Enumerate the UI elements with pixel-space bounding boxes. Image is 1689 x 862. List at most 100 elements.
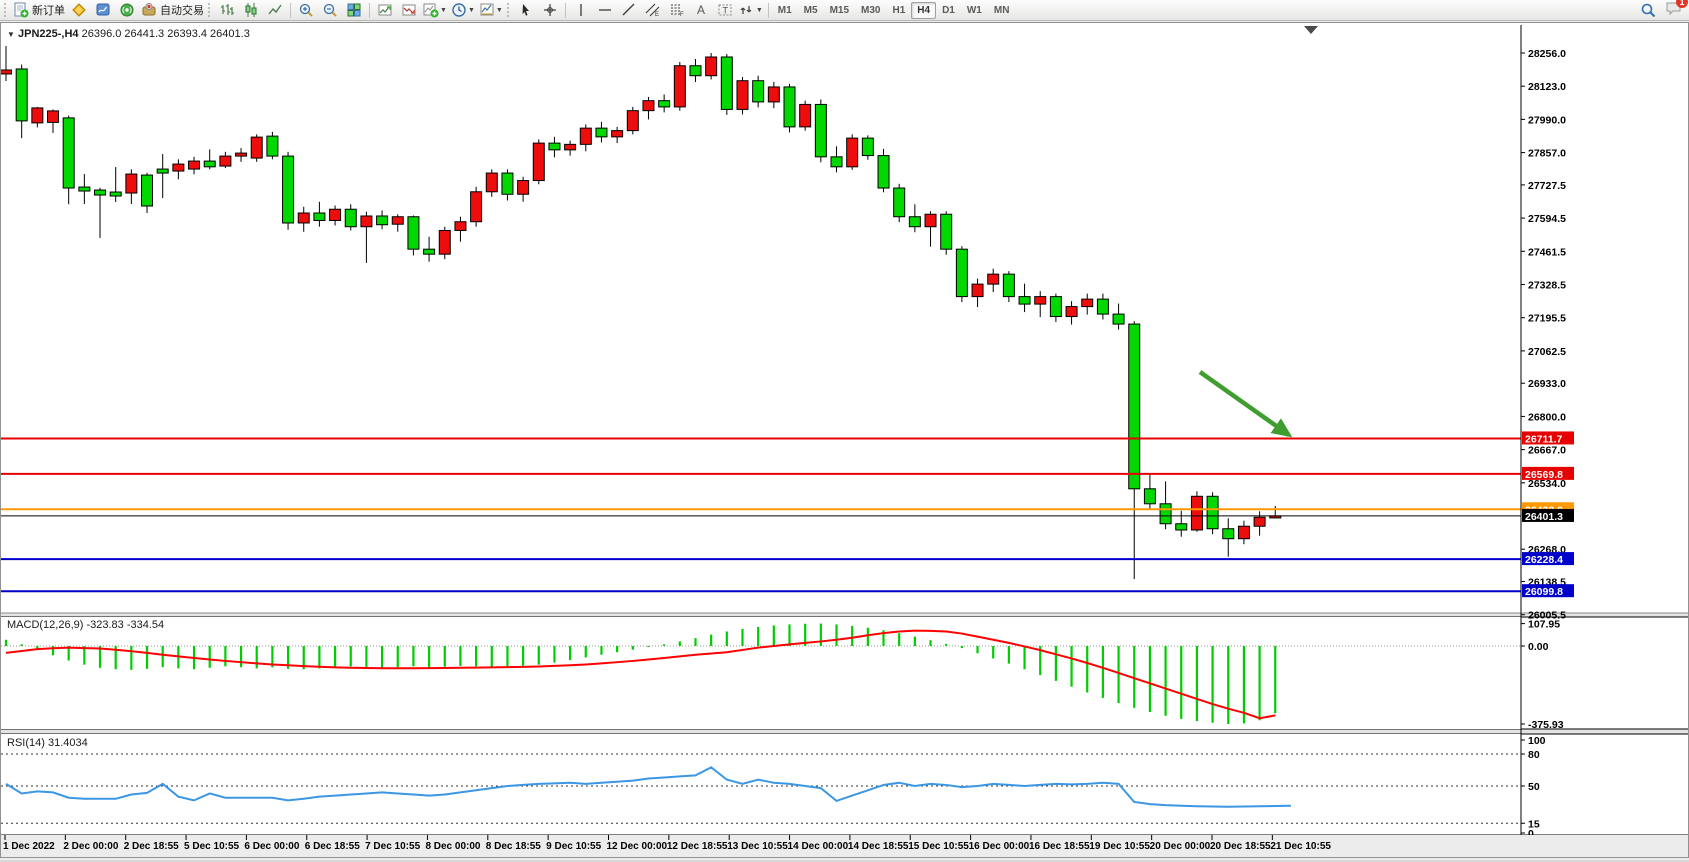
- candle: [878, 149, 889, 192]
- time-label: 14 Dec 18:55: [848, 841, 909, 852]
- candle-body: [1097, 299, 1108, 314]
- symbol-ohlc: 26396.0 26441.3 26393.4 26401.3: [82, 28, 250, 40]
- candle-body: [189, 161, 200, 169]
- period-clock-button[interactable]: ▼: [449, 1, 477, 20]
- candle: [471, 187, 482, 227]
- text-tool[interactable]: A: [689, 1, 713, 20]
- indicator-list-button[interactable]: [397, 1, 421, 20]
- toolbar-separator: [768, 3, 769, 18]
- candle-body: [1035, 297, 1046, 304]
- tab-timeframe-m5[interactable]: M5: [798, 2, 824, 19]
- tab-timeframe-w1[interactable]: W1: [961, 2, 988, 19]
- vertical-line-tool[interactable]: [569, 1, 593, 20]
- time-label: 6 Dec 00:00: [244, 841, 299, 852]
- chart-down-icon: [401, 2, 417, 18]
- rsi-pane[interactable]: [1, 734, 1521, 835]
- candle: [815, 99, 826, 162]
- add-indicator-button[interactable]: ▼: [421, 1, 449, 20]
- crosshair-tool-button[interactable]: [538, 1, 562, 20]
- candle-body: [674, 66, 685, 107]
- pane-splitter[interactable]: [1, 613, 1688, 617]
- chat-button[interactable]: 1: [1665, 0, 1683, 21]
- candle-body: [251, 137, 262, 158]
- candle-body: [126, 174, 137, 193]
- pane-splitter[interactable]: [1, 729, 1688, 734]
- candle-body: [565, 144, 576, 149]
- candle: [251, 134, 262, 161]
- price-label: 26667.0: [1528, 445, 1566, 457]
- candle-body: [643, 101, 654, 111]
- level-price-tag: 26711.7: [1522, 431, 1574, 445]
- cursor-icon: [518, 2, 534, 18]
- price-label: 26800.0: [1528, 411, 1566, 423]
- macd-pane[interactable]: [1, 617, 1521, 729]
- tile-windows-button[interactable]: [342, 1, 366, 20]
- candle-body: [424, 249, 435, 254]
- autotrading-button[interactable]: 自动交易: [139, 1, 206, 20]
- rsi-indicator-label: RSI(14) 31.4034: [7, 737, 88, 749]
- trendline-tool[interactable]: [617, 1, 641, 20]
- profile-button[interactable]: [91, 1, 115, 20]
- candle-body: [32, 108, 43, 123]
- candlestick-icon: [243, 2, 259, 18]
- candle-body: [1160, 504, 1171, 524]
- candle: [533, 139, 544, 184]
- toolbar-separator: [290, 3, 291, 18]
- candle-body: [1, 70, 12, 74]
- main-chart-area[interactable]: [1, 25, 1521, 613]
- tab-timeframe-m30[interactable]: M30: [855, 2, 886, 19]
- new-order-button[interactable]: 新订单: [11, 1, 67, 20]
- bar-chart-mode-button[interactable]: [215, 1, 239, 20]
- candle-body: [79, 187, 90, 191]
- candle-body: [314, 213, 325, 220]
- candle-body: [502, 173, 513, 194]
- search-icon[interactable]: [1640, 2, 1657, 19]
- time-label: 21 Dec 10:55: [1270, 841, 1331, 852]
- time-label: 5 Dec 10:55: [184, 841, 239, 852]
- candle-body: [941, 214, 952, 249]
- tab-timeframe-h4[interactable]: H4: [911, 2, 936, 19]
- time-label: 2 Dec 18:55: [124, 841, 179, 852]
- zoom-out-button[interactable]: [318, 1, 342, 20]
- candle-body: [220, 156, 231, 166]
- tab-timeframe-m1[interactable]: M1: [772, 2, 798, 19]
- candle-body: [377, 216, 388, 225]
- candle-body: [518, 181, 529, 195]
- template-button[interactable]: ▼: [477, 1, 505, 20]
- tab-timeframe-mn[interactable]: MN: [988, 2, 1016, 19]
- candle: [956, 246, 967, 302]
- candle-body: [142, 175, 153, 206]
- time-label: 15 Dec 10:55: [908, 841, 969, 852]
- candle-body: [1207, 496, 1218, 528]
- charts-button[interactable]: [67, 1, 91, 20]
- one-click-expander-icon[interactable]: ▼: [7, 30, 15, 39]
- macd-scale-label: 0.00: [1528, 641, 1549, 653]
- tab-timeframe-d1[interactable]: D1: [936, 2, 961, 19]
- candlestick-mode-button[interactable]: [239, 1, 263, 20]
- horizontal-line-tool[interactable]: [593, 1, 617, 20]
- level-price-tag: 26228.4: [1522, 552, 1574, 566]
- indicator-window-button[interactable]: [373, 1, 397, 20]
- equidistant-channel-tool[interactable]: E: [641, 1, 665, 20]
- fibonacci-tool[interactable]: F: [665, 1, 689, 20]
- rsi-scale-label: 100: [1528, 735, 1546, 747]
- crosshair-icon: [542, 2, 558, 18]
- chart-canvas[interactable]: 28256.028123.027990.027857.027727.527594…: [1, 23, 1688, 857]
- price-axis[interactable]: [1521, 23, 1688, 835]
- candle-body: [1019, 297, 1030, 304]
- signals-button[interactable]: [115, 1, 139, 20]
- text-label-tool[interactable]: T: [713, 1, 737, 20]
- line-chart-mode-button[interactable]: [263, 1, 287, 20]
- candle-body: [1066, 307, 1077, 317]
- cursor-tool-button[interactable]: [514, 1, 538, 20]
- tab-timeframe-m15[interactable]: M15: [824, 2, 855, 19]
- time-label: 9 Dec 10:55: [546, 841, 601, 852]
- svg-text:A: A: [697, 3, 705, 17]
- zoom-in-button[interactable]: [294, 1, 318, 20]
- svg-text:F: F: [680, 12, 684, 18]
- candle-body: [330, 209, 341, 220]
- price-label: 27062.5: [1528, 346, 1566, 358]
- candle-body: [706, 57, 717, 76]
- arrows-tool[interactable]: ▼: [737, 1, 765, 20]
- tab-timeframe-h1[interactable]: H1: [886, 2, 911, 19]
